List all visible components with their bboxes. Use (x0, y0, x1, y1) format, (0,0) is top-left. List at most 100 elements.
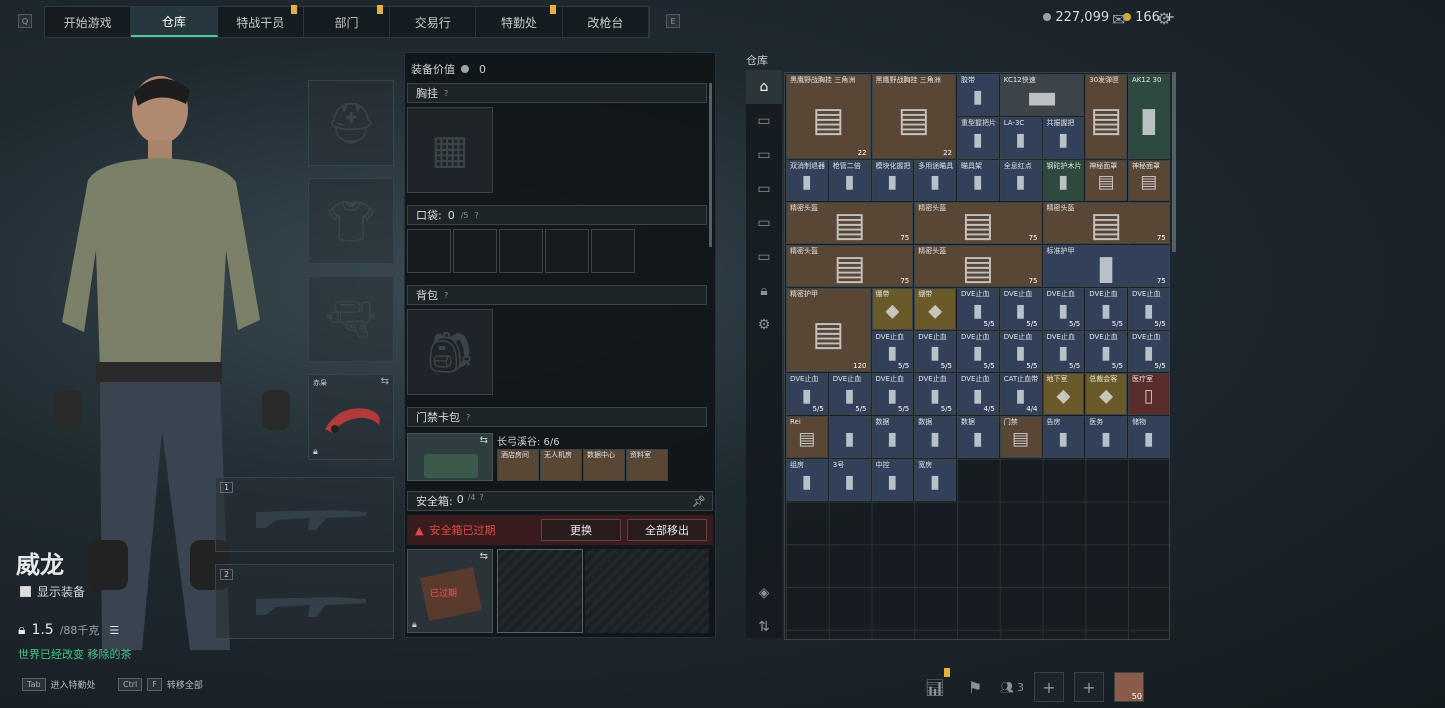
pistol-slot[interactable]: 🔫︎ (308, 276, 394, 362)
warehouse-item[interactable]: KC12快速 ▬ (999, 74, 1085, 116)
chest-rig-slot[interactable]: ▦ (407, 107, 493, 193)
warehouse-backpack-icon[interactable]: ▭ (746, 172, 782, 206)
help-icon[interactable]: ? (466, 413, 470, 422)
armor-slot[interactable]: 👕︎ (308, 178, 394, 264)
warehouse-item[interactable]: 数据 ▮ (871, 416, 914, 458)
warehouse-item[interactable]: DVE止血 ▮ 5/5 (1042, 330, 1085, 373)
player-avatar[interactable]: 50 (1113, 672, 1144, 702)
keycard[interactable]: 无人机房 (540, 449, 582, 481)
warehouse-settings-icon[interactable]: ⚙ (746, 308, 782, 342)
nav-tab[interactable]: 部门 (304, 5, 391, 37)
warehouse-item[interactable]: 中控 ▮ (871, 458, 914, 501)
warehouse-item[interactable]: DVE止血 ▮ 5/5 (871, 330, 914, 373)
mail-icon[interactable]: ✉ (1112, 10, 1125, 29)
warehouse-home-icon[interactable]: ⌂ (746, 70, 782, 104)
warehouse-item[interactable]: 门禁 ▤ (999, 416, 1042, 458)
warehouse-item[interactable]: 多用途瞄具 ▮ (914, 159, 956, 202)
settings-gear-icon[interactable]: ⚙ (1157, 9, 1171, 28)
warehouse-medical-icon[interactable]: ▭ (746, 240, 782, 274)
equipment-scrollbar[interactable] (709, 83, 712, 247)
warehouse-item[interactable]: 精密头盔 ▤ 75 (914, 202, 1042, 244)
flag-icon[interactable]: ⚑ (960, 672, 990, 702)
warehouse-item[interactable]: 医疗室 ▯ (1128, 373, 1170, 415)
warehouse-item[interactable]: 储物 ▮ (1128, 416, 1170, 458)
remove-all-button[interactable]: 全部移出 (627, 519, 707, 541)
warehouse-item[interactable]: DVE止血 ▮ 5/5 (999, 287, 1042, 330)
swap-icon[interactable]: ⇆ (480, 435, 488, 446)
warehouse-item[interactable]: 黑鹰野战胸挂 三角洲 ▤ 22 (871, 74, 956, 159)
warehouse-item[interactable]: DVE止血 ▮ 4/5 (957, 373, 999, 415)
replace-button[interactable]: 更换 (541, 519, 621, 541)
warehouse-item[interactable]: DVE止血 ▮ 5/5 (957, 330, 999, 373)
warehouse-item[interactable]: 30发弹匣 ▤ (1085, 74, 1127, 159)
warehouse-lock-icon[interactable]: 🔒︎ (746, 274, 782, 308)
invite-slot-button[interactable]: + (1073, 672, 1104, 702)
warehouse-item[interactable]: DVE止血 ▮ 5/5 (871, 373, 914, 415)
warehouse-item[interactable]: Rei ▤ (786, 416, 828, 458)
show-equipment-checkbox[interactable] (20, 586, 31, 597)
warehouse-item[interactable]: 数据 ▮ (914, 416, 956, 458)
pocket-slot[interactable] (499, 229, 543, 273)
warehouse-item[interactable]: 标准护甲 ▮ 75 (1042, 245, 1170, 287)
warehouse-item[interactable]: CAT止血带 ▮ 4/4 (999, 373, 1042, 415)
warehouse-scrollbar[interactable] (1172, 72, 1176, 252)
warehouse-item[interactable]: ▮ (828, 416, 871, 458)
warehouse-item[interactable]: 精密头盔 ▤ 75 (1042, 202, 1170, 244)
warehouse-item[interactable]: 瞄具架 ▮ (957, 159, 999, 202)
warehouse-item[interactable]: 告房 ▮ (1042, 416, 1085, 458)
helmet-slot[interactable]: ⛑ (308, 80, 394, 166)
warehouse-weapon-icon[interactable]: ▭ (746, 104, 782, 138)
help-icon[interactable]: ? (444, 89, 448, 98)
warehouse-item[interactable]: 医务 ▮ (1085, 416, 1127, 458)
warehouse-item[interactable]: DVE止血 ▮ 5/5 (1128, 287, 1170, 330)
warehouse-item[interactable]: 枪管二倍 ▮ (828, 159, 871, 202)
nav-tab[interactable]: 交易行 (390, 7, 477, 37)
nav-tab[interactable]: 仓库 (131, 7, 218, 37)
nav-tab[interactable]: 改枪台 (563, 7, 649, 37)
primary-weapon-slot-1[interactable]: 1 (215, 477, 394, 552)
squad-count[interactable]: 👥︎ 3 (1000, 681, 1024, 694)
nav-tab[interactable]: 特战干员 (218, 5, 304, 37)
stats-icon[interactable]: 📊︎ (920, 668, 950, 702)
warehouse-item[interactable]: 精密头盔 ▤ 75 (786, 202, 914, 244)
warehouse-item[interactable]: 双消制退器 ▮ (786, 159, 828, 202)
warehouse-item[interactable]: 神秘面罩 ▤ (1128, 159, 1170, 202)
warehouse-armor-icon[interactable]: ▭ (746, 138, 782, 172)
warehouse-item[interactable]: DVE止血 ▮ 5/5 (957, 287, 999, 330)
warehouse-item[interactable]: DVE止血 ▮ 5/5 (786, 373, 828, 415)
keycard-case[interactable]: ⇆ (407, 433, 493, 481)
warehouse-item[interactable]: 胶带 ▮ (957, 74, 999, 116)
warehouse-item[interactable]: DVE止血 ▮ 5/5 (1085, 287, 1127, 330)
list-icon[interactable]: ☰ (109, 624, 119, 637)
warehouse-item[interactable]: 模块化握把 ▮ (871, 159, 914, 202)
warehouse-item[interactable]: DVE止血 ▮ 5/5 (914, 330, 956, 373)
warehouse-item[interactable]: 绷带 ◆ (871, 287, 914, 330)
primary-weapon-slot-2[interactable]: 2 (215, 564, 394, 639)
warehouse-item[interactable]: 钢砣护木片 ▮ (1042, 159, 1085, 202)
warehouse-item[interactable]: 全息红点 ▮ (999, 159, 1042, 202)
warehouse-item[interactable]: 神秘面罩 ▤ (1085, 159, 1127, 202)
warehouse-item[interactable]: 总裁会客 ◆ (1085, 373, 1127, 415)
warehouse-item[interactable]: 3号 ▮ (828, 458, 871, 501)
help-icon[interactable]: ? (444, 291, 448, 300)
warehouse-ammo-icon[interactable]: ▭ (746, 206, 782, 240)
pocket-slot[interactable] (545, 229, 589, 273)
warehouse-item[interactable]: DVE止血 ▮ 5/5 (999, 330, 1042, 373)
sort-icon[interactable]: ⇅ (746, 610, 782, 644)
warehouse-item[interactable]: DVE止血 ▮ 5/5 (828, 373, 871, 415)
melee-slot[interactable]: 赤枭 ⇆ 🔒︎ (308, 374, 394, 460)
show-equipment-toggle[interactable]: 显示装备 (20, 583, 85, 600)
hotkey-tab[interactable]: Tab 进入特勤处 (22, 678, 96, 691)
keycard[interactable]: 数据中心 (583, 449, 625, 481)
warehouse-item[interactable]: 绷带 ◆ (914, 287, 956, 330)
safebox-cell[interactable] (585, 549, 709, 633)
nav-tab[interactable]: 特勤处 (476, 5, 563, 37)
warehouse-item[interactable]: 地下室 ◆ (1042, 373, 1085, 415)
keycard[interactable]: 资料室 (626, 449, 668, 481)
warehouse-item[interactable]: 重型握把片 ▮ (957, 116, 999, 159)
warehouse-item[interactable]: 共振握把 ▮ (1042, 116, 1085, 159)
safebox-slot[interactable]: ⇆ 已过期 🔒︎ (407, 549, 493, 633)
warehouse-item[interactable]: 精密护甲 ▤ 120 (786, 287, 871, 373)
warehouse-item[interactable]: DVE止血 ▮ 5/5 (914, 373, 956, 415)
warehouse-item[interactable]: 组房 ▮ (786, 458, 828, 501)
